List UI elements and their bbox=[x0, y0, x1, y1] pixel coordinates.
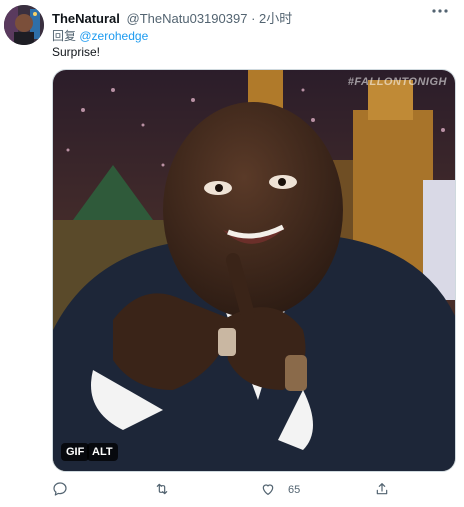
heart-icon bbox=[260, 481, 276, 500]
share-icon bbox=[374, 481, 390, 500]
alt-badge[interactable]: ALT bbox=[87, 443, 118, 461]
tweet-header: TheNatural @TheNatu03190397 · 2小时 bbox=[52, 8, 454, 26]
like-button[interactable]: 65 bbox=[260, 478, 300, 502]
user-handle[interactable]: @TheNatu03190397 bbox=[127, 11, 248, 26]
avatar[interactable] bbox=[4, 5, 44, 45]
tweet[interactable]: TheNatural @TheNatu03190397 · 2小时 回复 @ze… bbox=[0, 0, 464, 507]
reply-mention-link[interactable]: @zerohedge bbox=[79, 29, 148, 43]
comment-icon bbox=[52, 481, 68, 500]
display-name[interactable]: TheNatural bbox=[52, 11, 120, 26]
reply-context: 回复 @zerohedge bbox=[52, 27, 148, 44]
more-options-icon[interactable] bbox=[430, 3, 450, 19]
like-count: 65 bbox=[288, 484, 301, 496]
tweet-text: Surprise! bbox=[52, 45, 101, 59]
tweet-timestamp[interactable]: 2小时 bbox=[259, 11, 292, 26]
reply-prefix: 回复 bbox=[52, 29, 77, 43]
separator-dot: · bbox=[251, 11, 256, 26]
retweet-button[interactable] bbox=[154, 478, 170, 502]
watermark: #FALLONTONIGH bbox=[347, 76, 447, 88]
gif-badge: GIF bbox=[61, 443, 90, 461]
tweet-actions: 65 bbox=[52, 478, 432, 502]
share-button[interactable] bbox=[374, 478, 390, 502]
retweet-icon bbox=[154, 481, 170, 500]
reply-button[interactable] bbox=[52, 478, 68, 502]
gif-media[interactable]: #FALLONTONIGH GIF ALT bbox=[52, 69, 456, 472]
